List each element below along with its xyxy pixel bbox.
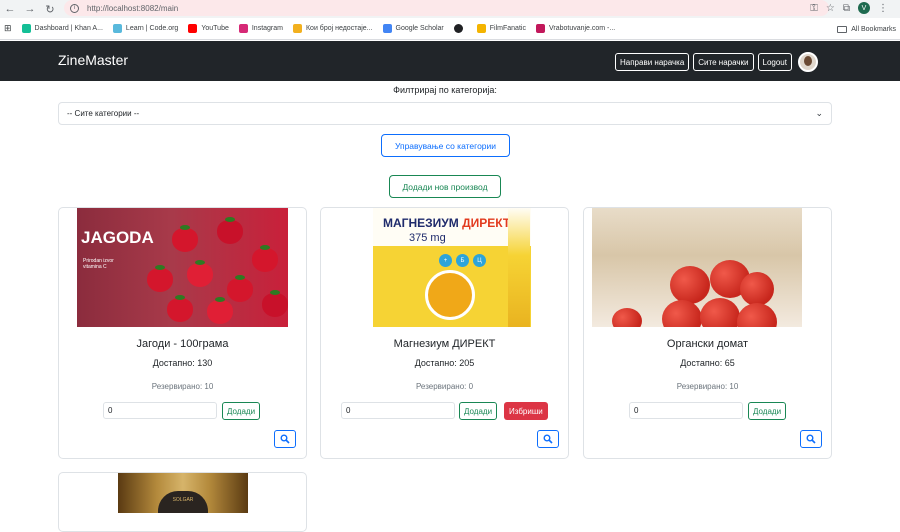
browser-toolbar: ← → ↻ i http://localhost:8082/main ⚿ ☆ ⧉…	[0, 0, 900, 18]
details-button[interactable]	[537, 430, 559, 448]
product-image-bottle: SOLGAR	[118, 473, 248, 513]
bookmark-instagram[interactable]: Instagram	[238, 24, 283, 33]
app-navbar: ZineMaster Направи нарачка Сите нарачки …	[0, 41, 900, 81]
bookmark-github[interactable]	[453, 24, 467, 33]
profile-avatar[interactable]: V	[858, 2, 870, 14]
quantity-input[interactable]: 0	[629, 402, 743, 419]
codeorg-icon	[112, 24, 122, 33]
site-info-icon[interactable]: i	[70, 3, 79, 13]
image-title: МАГНЕЗИУМ ДИРЕКТ	[383, 216, 511, 230]
product-reserved: Резервирано: 10	[151, 382, 214, 391]
bookmark-youtube[interactable]: YouTube	[188, 24, 229, 33]
bookmark-khan[interactable]: Dashboard | Khan A...	[21, 24, 103, 33]
quantity-input[interactable]: 0	[103, 402, 217, 419]
manage-categories-button[interactable]: Управување со категории	[381, 134, 510, 157]
search-icon	[280, 434, 290, 444]
product-card: JAGODA Prirodan izvor vitamina C Јагоди …	[58, 207, 307, 459]
add-to-order-button[interactable]: Додади	[748, 402, 787, 420]
bookmark-scholar[interactable]: Google Scholar	[382, 24, 444, 33]
quantity-input[interactable]: 0	[341, 402, 455, 419]
apps-grid-icon[interactable]: ⊞	[4, 23, 12, 34]
instagram-icon	[238, 24, 248, 33]
menu-kebab-icon[interactable]: ⋮	[878, 3, 888, 14]
logout-button[interactable]: Logout	[757, 53, 792, 71]
khan-icon	[21, 24, 31, 33]
category-select[interactable]: -- Сите категории -- ⌄	[58, 102, 832, 125]
user-avatar[interactable]	[797, 52, 818, 72]
add-product-button[interactable]: Додади нов производ	[389, 175, 501, 198]
product-name: Магнезиум ДИРЕКТ	[393, 338, 496, 350]
url-text: http://localhost:8082/main	[87, 3, 179, 13]
product-name: Јагоди - 100грама	[136, 338, 229, 350]
vrabotuvanje-icon	[535, 24, 545, 33]
bookmark-puzzle[interactable]: Кои број недостаје...	[292, 24, 373, 33]
all-orders-button[interactable]: Сите нарачки	[693, 53, 754, 71]
bookmark-vrabotuvanje[interactable]: Vrabotuvanje.com -...	[535, 24, 615, 33]
product-reserved: Резервирано: 10	[676, 382, 739, 391]
bookmark-codeorg[interactable]: Learn | Code.org	[112, 24, 178, 33]
image-brand-text: JAGODA	[81, 228, 154, 247]
details-button[interactable]	[274, 430, 296, 448]
product-image-strawberries: JAGODA Prirodan izvor vitamina C	[77, 208, 288, 327]
product-name: Органски домат	[666, 338, 749, 350]
github-icon	[453, 24, 463, 33]
filmfanatic-icon	[476, 24, 486, 33]
chevron-down-icon: ⌄	[815, 108, 823, 118]
all-bookmarks[interactable]: All Bookmarks	[837, 18, 900, 40]
bookmark-star-icon[interactable]: ☆	[826, 3, 835, 14]
search-icon	[806, 434, 816, 444]
image-subtitle: Prirodan izvor vitamina C	[83, 258, 114, 270]
product-available: Достапно: 65	[680, 358, 735, 368]
details-button[interactable]	[800, 430, 822, 448]
filter-label: Филтрирај по категорија:	[393, 85, 497, 95]
product-available: Достапно: 130	[152, 358, 213, 368]
address-bar[interactable]: i http://localhost:8082/main	[64, 0, 829, 16]
back-arrow-icon[interactable]: ←	[0, 0, 20, 18]
image-dose: 375 mg	[409, 232, 446, 244]
add-to-order-button[interactable]: Додади	[222, 402, 261, 420]
product-image-tomatoes	[592, 208, 802, 327]
brand-title[interactable]: ZineMaster	[58, 52, 128, 68]
password-key-icon[interactable]: ⚿	[810, 3, 818, 14]
reload-icon[interactable]: ↻	[40, 0, 60, 18]
bookmarks-bar: ⊞ Dashboard | Khan A... Learn | Code.org…	[0, 18, 900, 40]
youtube-icon	[188, 24, 198, 33]
product-available: Достапно: 205	[414, 358, 475, 368]
product-card: Органски домат Достапно: 65 Резервирано:…	[583, 207, 832, 459]
create-order-button[interactable]: Направи нарачка	[615, 53, 690, 71]
search-icon	[543, 434, 553, 444]
forward-arrow-icon[interactable]: →	[20, 0, 40, 18]
delete-product-button[interactable]: Избриши	[504, 402, 548, 420]
category-select-value: -- Сите категории --	[67, 109, 140, 118]
product-image-magnesium: МАГНЕЗИУМ ДИРЕКТ 375 mg + Б Ц	[373, 208, 531, 327]
extensions-icon[interactable]: ⧉	[843, 3, 850, 14]
add-to-order-button[interactable]: Додади	[459, 402, 498, 420]
folder-icon	[837, 25, 848, 33]
product-card: МАГНЕЗИУМ ДИРЕКТ 375 mg + Б Ц Магнезиум ДИ…	[320, 207, 569, 459]
puzzle-icon	[292, 24, 302, 33]
product-reserved: Резервирано: 0	[415, 382, 474, 391]
bookmark-filmfanatic[interactable]: FilmFanatic	[476, 24, 526, 33]
scholar-icon	[382, 24, 392, 33]
